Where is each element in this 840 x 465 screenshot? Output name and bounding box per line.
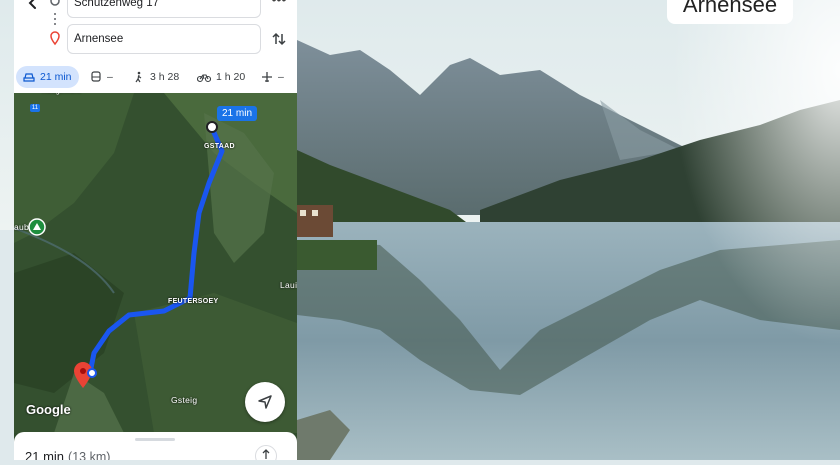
mode-bike[interactable]: 1 h 20 (197, 66, 245, 88)
summary-distance: (13 km) (68, 450, 111, 460)
mode-flight[interactable]: – (261, 66, 284, 88)
google-logo: Google (26, 402, 71, 417)
map-label-gstaad: GSTAAD (204, 143, 235, 150)
mode-walk[interactable]: 3 h 28 (133, 66, 179, 88)
map-label-aub: aub (14, 222, 30, 232)
walk-icon (135, 71, 142, 83)
origin-marker-icon (206, 121, 218, 133)
car-icon (23, 73, 35, 82)
transit-icon (91, 71, 101, 82)
photo-title: Arnensee (667, 0, 793, 24)
back-arrow-icon (28, 0, 36, 9)
flight-icon (262, 72, 272, 82)
maps-app-panel: 21 min GSTAAD FEUTERSOEY Gsteig Laui Rou… (14, 0, 297, 460)
recenter-button[interactable] (245, 382, 285, 422)
travel-mode-bar: 21 min – 3 h 28 1 h 20 – (14, 66, 297, 88)
summary-time: 21 min (25, 449, 65, 460)
map-label-feutersoey: FEUTERSOEY (168, 298, 219, 305)
share-icon (262, 449, 270, 459)
destination-input[interactable]: Arnensee (67, 24, 261, 54)
mode-walk-label: 3 h 28 (150, 71, 180, 83)
mode-car[interactable]: 21 min (16, 66, 79, 88)
route-summary: 21 min (13 km) (25, 449, 110, 460)
swap-button[interactable] (270, 30, 288, 48)
mode-flight-label: – (278, 71, 284, 83)
swap-arrows-icon (272, 32, 286, 46)
route-connector-icon (50, 0, 60, 46)
mode-transit[interactable]: – (90, 66, 113, 88)
share-button[interactable] (255, 445, 277, 460)
more-options-button[interactable]: ••• (270, 0, 288, 10)
mode-bike-label: 1 h 20 (216, 71, 246, 83)
map-view[interactable] (14, 93, 297, 433)
bike-icon (197, 74, 211, 83)
hiking-poi-icon[interactable] (28, 218, 46, 236)
mode-car-label: 21 min (40, 71, 72, 83)
route-end-marker-icon (87, 368, 97, 378)
route-duration-badge[interactable]: 21 min (217, 106, 258, 121)
road-number-badge: 11 (30, 104, 40, 112)
navigation-arrow-icon (258, 395, 272, 409)
mode-transit-label: – (107, 71, 113, 83)
sheet-drag-handle[interactable] (135, 438, 175, 441)
directions-card: Schützenweg 17 Arnensee ••• 21 min – (14, 0, 297, 93)
route-summary-sheet[interactable]: 21 min (13 km) (14, 432, 297, 460)
map-label-gsteig: Gsteig (171, 395, 198, 405)
origin-input[interactable]: Schützenweg 17 (67, 0, 261, 18)
back-button[interactable] (22, 0, 44, 14)
map-terrain (14, 93, 297, 433)
map-label-lau: Laui (280, 280, 297, 290)
